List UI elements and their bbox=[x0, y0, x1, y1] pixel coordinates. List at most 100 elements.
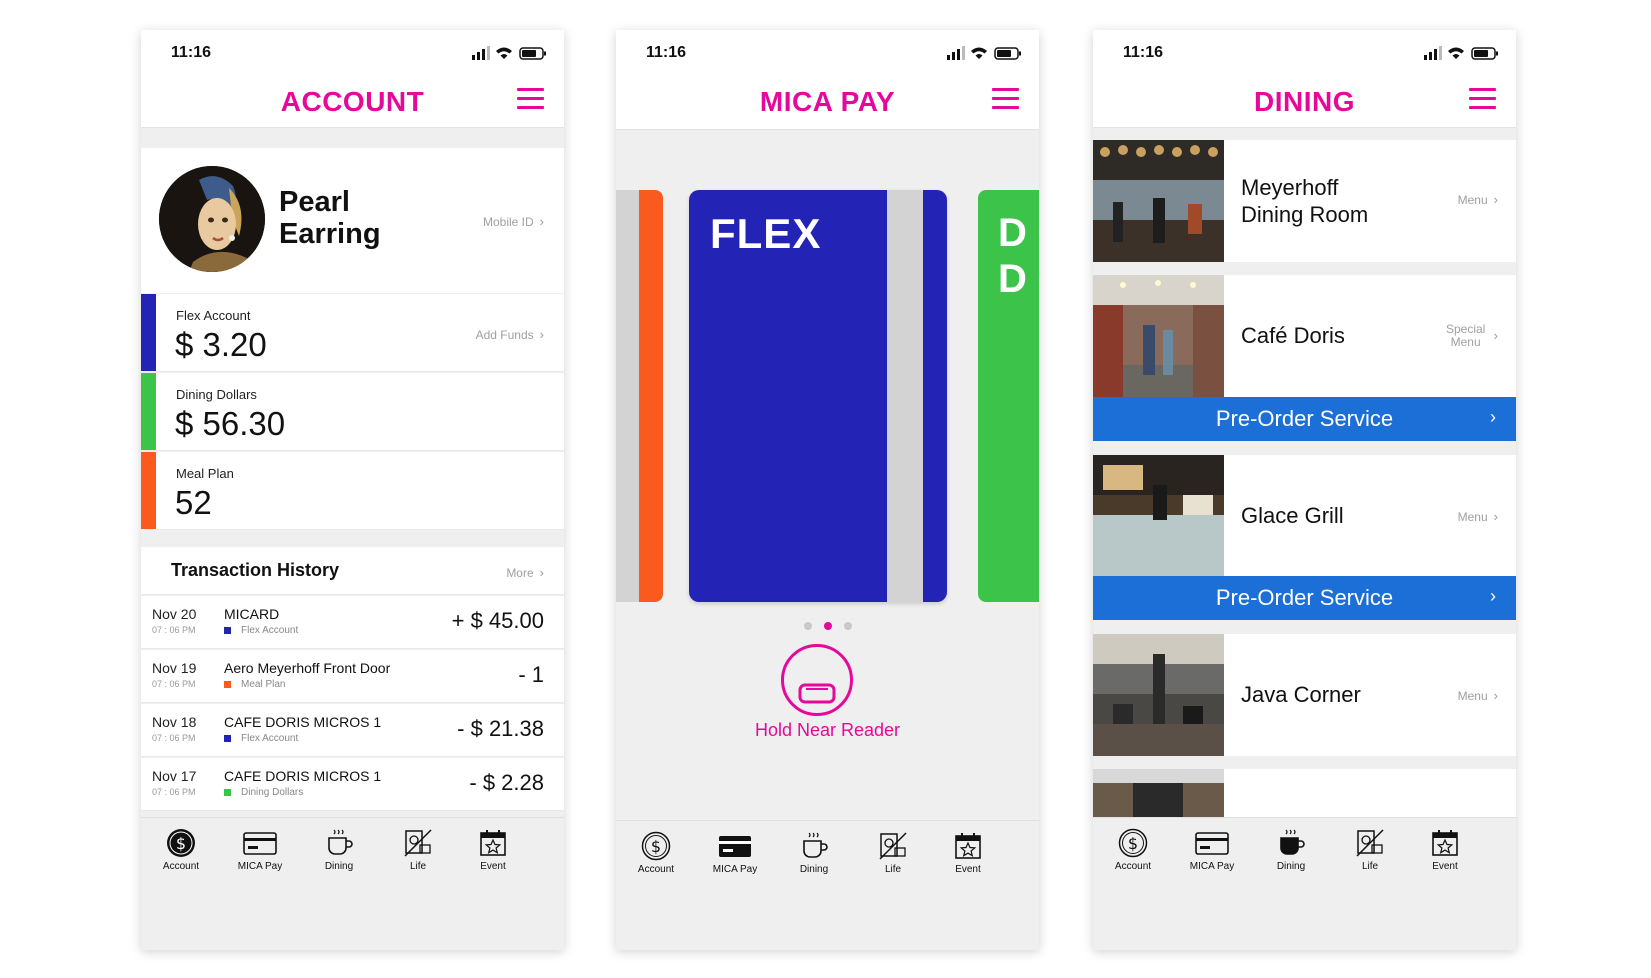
tab-dining[interactable]: Dining bbox=[782, 831, 846, 875]
venue-photo bbox=[1093, 455, 1224, 577]
status-bar: 11:16 bbox=[141, 30, 564, 74]
tab-event[interactable]: Event bbox=[1413, 828, 1477, 872]
chevron-right-icon: › bbox=[1490, 586, 1496, 606]
tab-event[interactable]: Event bbox=[936, 831, 1000, 875]
tab-dining[interactable]: Dining bbox=[1259, 828, 1323, 872]
transaction-date: Nov 17 bbox=[152, 768, 197, 784]
account-row-dining-dollars[interactable]: Dining Dollars $ 56.30 bbox=[141, 373, 564, 451]
tab-mica-pay[interactable]: MICA Pay bbox=[228, 828, 292, 872]
account-row-flex[interactable]: Flex Account $ 3.20 Add Funds › bbox=[141, 294, 564, 372]
next-card[interactable]: D D bbox=[978, 190, 1039, 602]
app-header: ACCOUNT bbox=[141, 74, 564, 128]
hamburger-menu-icon[interactable] bbox=[992, 88, 1019, 112]
venue-name: Glace Grill bbox=[1241, 503, 1344, 528]
tab-account[interactable]: $ Account bbox=[624, 831, 688, 875]
transaction-time: 07 : 06 PM bbox=[152, 679, 196, 689]
tab-account[interactable]: $ Account bbox=[1101, 828, 1165, 872]
transaction-time: 07 : 06 PM bbox=[152, 625, 196, 635]
coffee-cup-icon bbox=[1280, 829, 1305, 855]
tab-event[interactable]: Event bbox=[461, 828, 525, 872]
dining-screen: 11:16 DINING Meyerhoff Dining Room Menu ›… bbox=[1093, 30, 1516, 950]
transaction-row[interactable]: Nov 17 07 : 06 PM CAFE DORIS MICROS 1 Di… bbox=[141, 758, 564, 811]
tab-mica-pay[interactable]: MICA Pay bbox=[1180, 828, 1244, 872]
hamburger-menu-icon[interactable] bbox=[517, 88, 544, 112]
preorder-label: Pre-Order Service bbox=[1215, 585, 1394, 610]
transaction-row[interactable]: Nov 19 07 : 06 PM Aero Meyerhoff Front D… bbox=[141, 650, 564, 703]
preorder-service-button[interactable]: Pre-Order Service › bbox=[1093, 397, 1516, 441]
transaction-account: Dining Dollars bbox=[241, 787, 304, 798]
svg-text:$: $ bbox=[176, 834, 186, 853]
next-card-name: D D bbox=[998, 211, 1027, 301]
menu-link[interactable]: Menu › bbox=[1458, 192, 1498, 207]
account-balance: $ 56.30 bbox=[175, 405, 286, 442]
tab-bar: $ Account MICA Pay Dining Life Event bbox=[616, 820, 1039, 890]
tab-label: Account bbox=[1114, 861, 1152, 872]
previous-card[interactable] bbox=[616, 190, 663, 602]
tab-bar: $ Account MICA Pay Dining Life Event bbox=[141, 817, 564, 887]
mica-pay-screen: 11:16 MICA PAY FLEX D D Hold Near Reader… bbox=[616, 30, 1039, 950]
transaction-row[interactable]: Nov 20 07 : 06 PM MICARD Flex Account + … bbox=[141, 596, 564, 649]
menu-link[interactable]: Menu › bbox=[1458, 509, 1498, 524]
venue-java-corner[interactable]: Java Corner Menu › bbox=[1093, 634, 1516, 756]
dollar-coin-icon: $ bbox=[1118, 828, 1148, 858]
transaction-time: 07 : 06 PM bbox=[152, 787, 196, 797]
add-funds-label: Add Funds bbox=[475, 328, 534, 342]
account-label: Flex Account bbox=[176, 308, 251, 323]
transaction-date: Nov 20 bbox=[152, 606, 197, 622]
page-indicator bbox=[616, 617, 1039, 635]
flex-card[interactable]: FLEX bbox=[689, 190, 947, 602]
transaction-date: Nov 18 bbox=[152, 714, 197, 730]
tab-dining[interactable]: Dining bbox=[307, 828, 371, 872]
tab-life[interactable]: Life bbox=[861, 831, 925, 875]
tab-mica-pay[interactable]: MICA Pay bbox=[703, 831, 767, 875]
mobile-id-link[interactable]: Mobile ID › bbox=[483, 214, 544, 229]
venue-meyerhoff[interactable]: Meyerhoff Dining Room Menu › bbox=[1093, 140, 1516, 262]
transaction-account: Flex Account bbox=[241, 733, 299, 744]
tab-life[interactable]: Life bbox=[386, 828, 450, 872]
tab-label: Dining bbox=[1276, 861, 1306, 872]
status-time: 11:16 bbox=[171, 44, 212, 61]
account-balance: 52 bbox=[175, 484, 212, 521]
transaction-amount: - $ 2.28 bbox=[469, 770, 544, 795]
account-row-meal-plan[interactable]: Meal Plan 52 bbox=[141, 452, 564, 530]
tab-label: Dining bbox=[324, 861, 354, 872]
chevron-right-icon: › bbox=[539, 327, 544, 342]
tab-label: Life bbox=[1361, 861, 1379, 872]
status-bar: 11:16 bbox=[1093, 30, 1516, 74]
coffee-cup-icon bbox=[803, 832, 828, 858]
menu-link[interactable]: Menu › bbox=[1458, 688, 1498, 703]
status-time: 11:16 bbox=[646, 44, 687, 61]
dining-color-bar bbox=[141, 373, 156, 450]
account-color-square bbox=[224, 789, 231, 796]
tab-account[interactable]: $ Account bbox=[149, 828, 213, 872]
chevron-right-icon: › bbox=[539, 565, 544, 580]
transaction-history-header: Transaction History More › bbox=[141, 547, 564, 595]
transaction-name: CAFE DORIS MICROS 1 bbox=[224, 714, 382, 730]
chevron-right-icon: › bbox=[1493, 328, 1498, 343]
page-title: DINING bbox=[1254, 86, 1355, 117]
avatar[interactable] bbox=[159, 166, 265, 272]
hamburger-menu-icon[interactable] bbox=[1469, 88, 1496, 112]
venue-glace-grill[interactable]: Glace Grill Menu › bbox=[1093, 455, 1516, 577]
status-time: 11:16 bbox=[1123, 44, 1164, 61]
life-icon bbox=[879, 832, 907, 860]
more-label: More bbox=[506, 566, 534, 580]
tab-life[interactable]: Life bbox=[1338, 828, 1402, 872]
section-title: Transaction History bbox=[171, 560, 340, 580]
preorder-service-button[interactable]: Pre-Order Service › bbox=[1093, 576, 1516, 620]
app-header: DINING bbox=[1093, 74, 1516, 128]
nfc-reader-icon[interactable] bbox=[781, 644, 853, 716]
more-link[interactable]: More › bbox=[506, 565, 544, 580]
tab-label: MICA Pay bbox=[237, 861, 283, 872]
transaction-name: MICARD bbox=[224, 606, 280, 622]
tab-label: Account bbox=[162, 861, 200, 872]
special-menu-link[interactable]: Special Menu › bbox=[1436, 323, 1498, 349]
chevron-right-icon: › bbox=[1493, 688, 1498, 703]
tab-label: Event bbox=[480, 861, 506, 872]
coffee-cup-icon bbox=[328, 829, 353, 855]
venue-cafe-doris[interactable]: Café Doris Special Menu › bbox=[1093, 275, 1516, 397]
venue-partial[interactable] bbox=[1093, 769, 1516, 817]
menu-link-label: Menu bbox=[1457, 193, 1488, 207]
add-funds-link[interactable]: Add Funds › bbox=[476, 327, 544, 342]
transaction-row[interactable]: Nov 18 07 : 06 PM CAFE DORIS MICROS 1 Fl… bbox=[141, 704, 564, 757]
